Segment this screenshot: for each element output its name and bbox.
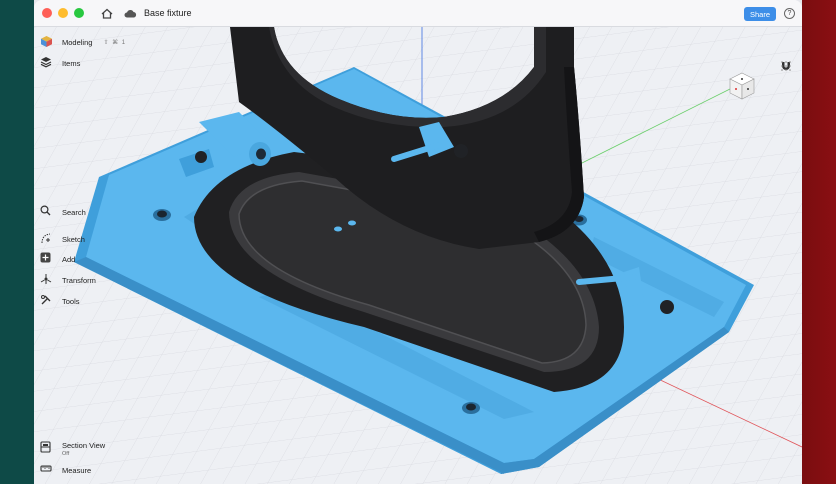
search-tool[interactable]: Search (40, 205, 86, 219)
tools-label: Tools (62, 296, 80, 306)
items-button[interactable]: Items (40, 56, 80, 70)
transform-tool[interactable]: Transform (40, 273, 96, 287)
sketch-icon (40, 232, 54, 246)
measure-label: Measure (62, 465, 92, 475)
transform-label: Transform (62, 275, 96, 285)
measure-icon (40, 463, 54, 477)
zoom-window-button[interactable] (74, 8, 84, 18)
cube-icon (40, 35, 54, 49)
cloud-icon (124, 6, 138, 20)
modeling-shortcut: ⇧ ⌘ 1 (103, 39, 127, 46)
document-title: Base fixture (144, 8, 192, 18)
right-toolbar (780, 60, 798, 100)
title-bar: Base fixture Share ? (34, 0, 802, 27)
home-icon[interactable] (100, 6, 114, 20)
view-cube[interactable] (728, 71, 756, 101)
section-view-state: Off (62, 451, 70, 457)
minimize-window-button[interactable] (58, 8, 68, 18)
share-button[interactable]: Share (743, 7, 776, 21)
add-tool[interactable]: Add (40, 252, 75, 266)
plus-icon (40, 252, 54, 266)
sketch-label: Sketch (62, 234, 85, 244)
measure-tool[interactable]: Measure (40, 463, 91, 477)
transform-icon (40, 273, 54, 287)
add-label: Add (62, 254, 76, 264)
modeling-label: Modeling (62, 37, 93, 47)
model-canvas[interactable] (34, 27, 802, 484)
search-icon (40, 205, 54, 219)
section-view-tool[interactable]: Section View Off (40, 441, 105, 457)
search-label: Search (62, 207, 86, 217)
sketch-tool[interactable]: Sketch (40, 232, 85, 246)
layers-icon (40, 56, 54, 70)
tools-icon (40, 294, 54, 308)
modeling-workspace-button[interactable]: Modeling ⇧ ⌘ 1 (40, 35, 126, 49)
items-label: Items (62, 58, 81, 68)
section-view-label: Section View (62, 441, 106, 450)
section-view-icon (40, 441, 54, 456)
window-controls (42, 8, 84, 18)
section-view-text: Section View Off (62, 441, 105, 457)
close-window-button[interactable] (42, 8, 52, 18)
3d-viewport[interactable]: Modeling ⇧ ⌘ 1 Items Search Sketch Add T… (34, 27, 802, 484)
tools-menu[interactable]: Tools (40, 294, 80, 308)
help-button[interactable]: ? (784, 8, 795, 19)
app-window: Base fixture Share ? Modeling ⇧ ⌘ 1 Item… (34, 0, 802, 484)
